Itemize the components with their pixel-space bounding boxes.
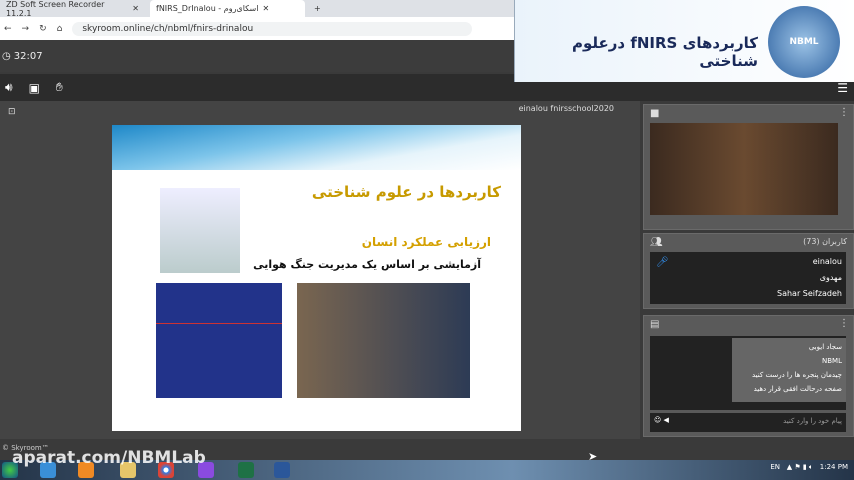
camera-icon: ■ [650, 108, 660, 119]
chat-messages: سجاد ایوبی NBML چیدمان پنجره ها را درست … [650, 336, 846, 410]
url-input[interactable]: skyroom.online/ch/nbml/fnirs-drinalou [72, 21, 473, 36]
users-title: کاربران (73) [803, 237, 847, 246]
more-icon[interactable]: ⋮ [839, 318, 849, 329]
send-icon[interactable]: ◀ ☺ [654, 416, 669, 424]
users-panel: 👥︎ کاربران (73) 🎤︎ einalou مهدوی Sahar S… [643, 233, 854, 309]
tab-label: fNIRS_DrInalou - اسکای‌روم [156, 4, 259, 13]
users-icon: 👥︎ [650, 237, 663, 248]
menu-icon[interactable]: ☰ [837, 81, 848, 95]
fnirs-subject-image [297, 283, 470, 398]
presenter-header: einalou fnirsschool2020 [518, 104, 614, 113]
reload-icon[interactable]: ↻ [39, 24, 47, 34]
chat-text: چیدمان پنجره ها را درست کنید [752, 371, 842, 379]
close-icon[interactable]: ✕ [132, 4, 139, 13]
raise-hand-icon[interactable]: ✋︎ [56, 80, 63, 95]
chat-panel: ▤ ⋮ سجاد ایوبی NBML چیدمان پنجره ها را د… [643, 315, 854, 437]
slide-bullet: ارزیابی عملکرد انسان [361, 235, 491, 249]
user-item[interactable]: einalou [813, 257, 842, 266]
banner-title: کاربردهای fNIRS درعلوم شناختی [572, 34, 758, 70]
close-icon[interactable]: ✕ [262, 4, 269, 13]
webcam-feed [650, 123, 838, 215]
fullscreen-icon[interactable]: ⊡ [8, 107, 16, 117]
course-banner: کاربردهای fNIRS درعلوم شناختی NBML [514, 0, 854, 82]
slide-sub-bullet: آزمایشی بر اساس یک مدیریت جنگ هوایی [253, 258, 481, 271]
clock[interactable]: 1:24 PM [820, 463, 848, 471]
home-icon[interactable]: ⌂ [57, 24, 63, 34]
video-panel: ■ ⋮ [643, 104, 854, 230]
nbml-logo: NBML [768, 6, 840, 78]
timer: 32:07 [13, 50, 43, 62]
users-list: 🎤︎ einalou مهدوی Sahar Seifzadeh [650, 252, 846, 304]
new-tab-button[interactable]: + [308, 0, 327, 17]
watermark: aparat.com/NBMLab [12, 448, 206, 468]
radar-screen-image [156, 283, 282, 398]
chat-text: صفحه درحالت افقی قرار دهید [753, 385, 842, 393]
language-indicator[interactable]: EN [770, 463, 780, 471]
chat-icon: ▤ [650, 319, 660, 330]
more-icon[interactable]: ⋮ [839, 107, 849, 118]
chat-sender: سجاد ایوبی [808, 343, 842, 351]
slide-header-wave [112, 125, 521, 170]
word-icon[interactable] [274, 462, 290, 478]
browser-tab[interactable]: ZD Soft Screen Recorder 11.2.1 ✕ [0, 0, 145, 18]
user-item[interactable]: مهدوی [820, 273, 842, 282]
chat-message: سجاد ایوبی NBML چیدمان پنجره ها را درست … [732, 338, 846, 402]
mic-icon: 🎤︎ [656, 257, 669, 268]
tab-label: ZD Soft Screen Recorder 11.2.1 [6, 0, 105, 18]
slide: کاربردها در علوم شناختی ارزیابی عملکرد ا… [112, 125, 521, 431]
mouse-cursor-icon: ➤ [588, 450, 598, 463]
operator-image [160, 188, 240, 273]
slide-title: کاربردها در علوم شناختی [311, 183, 501, 201]
chat-input[interactable]: پیام خود را وارد کنید ◀ ☺ [650, 413, 846, 432]
speaker-icon[interactable]: 🔊︎ [5, 80, 13, 95]
clock-icon: ◷ [2, 50, 11, 62]
presentation-icon[interactable]: ▣ [29, 81, 40, 95]
back-icon[interactable]: ← [4, 24, 12, 34]
forward-icon[interactable]: → [22, 24, 30, 34]
chat-text: NBML [822, 357, 842, 365]
excel-icon[interactable] [238, 462, 254, 478]
browser-tab-active[interactable]: fNIRS_DrInalou - اسکای‌روم ✕ [150, 0, 305, 17]
user-item[interactable]: Sahar Seifzadeh [777, 289, 842, 298]
system-tray: EN ▲ ⚑ ▮ 🔈︎ 1:24 PM [770, 463, 848, 471]
chat-placeholder: پیام خود را وارد کنید [783, 417, 842, 425]
